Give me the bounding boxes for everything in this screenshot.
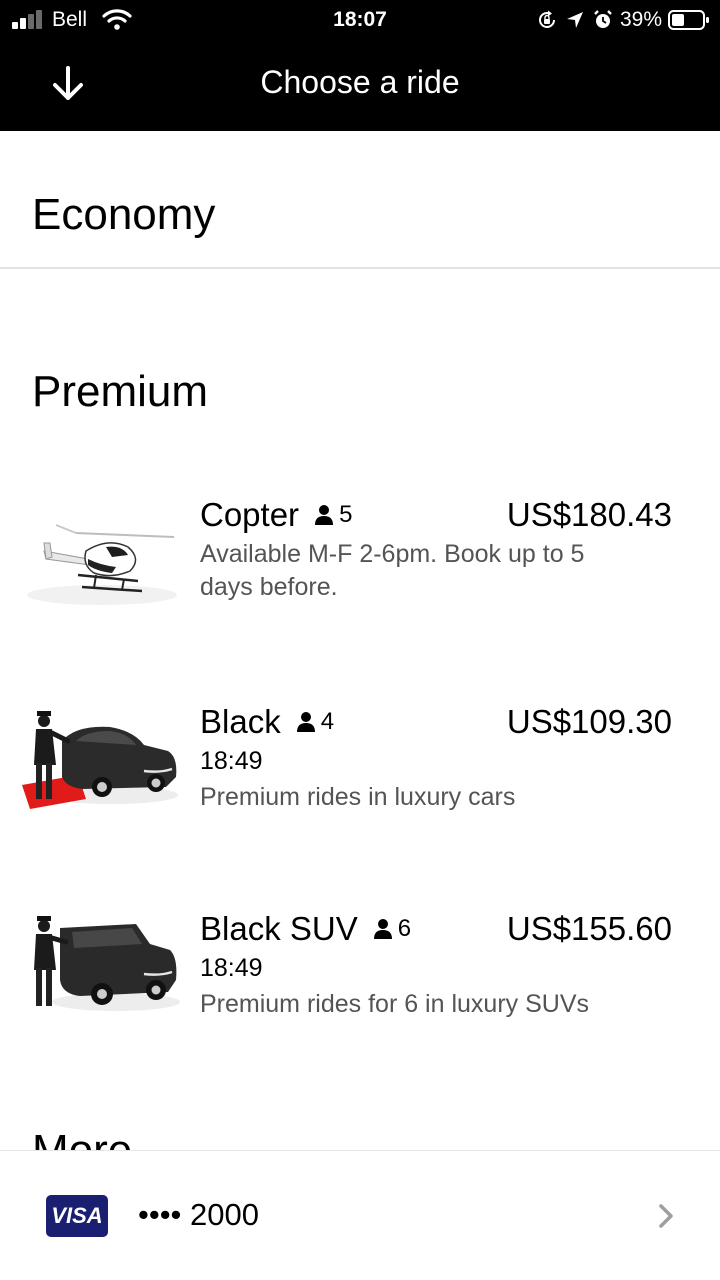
capacity-count: 5 xyxy=(339,501,353,528)
ride-option-black-suv[interactable]: Black SUV 6 US$155.60 18:49 Premium ride… xyxy=(0,910,720,1060)
chevron-right-icon xyxy=(659,1204,673,1228)
section-premium: Premium xyxy=(32,367,209,416)
ride-price: US$155.60 xyxy=(506,910,672,947)
section-economy[interactable]: Economy xyxy=(32,190,215,240)
ride-eta: 18:49 xyxy=(200,954,263,982)
capacity-count: 4 xyxy=(320,708,335,735)
status-right-icons: 39% xyxy=(536,6,710,34)
capacity-count: 6 xyxy=(397,915,412,942)
section-more: More xyxy=(32,1126,232,1150)
ride-eta: 18:49 xyxy=(200,747,263,775)
capacity-badge: 6 xyxy=(373,915,412,943)
ride-availability-cont: days before. xyxy=(200,573,338,601)
ride-option-copter[interactable]: Copter 5 US$180.43 Available M-F 2-6pm. … xyxy=(0,496,720,646)
ride-description: Premium rides in luxury cars xyxy=(200,783,516,811)
battery-percent: 39% xyxy=(619,8,662,31)
capacity-badge: 4 xyxy=(296,708,335,736)
battery-icon xyxy=(668,10,709,30)
location-arrow-icon xyxy=(566,12,583,28)
ride-option-black[interactable]: Black 4 US$109.30 18:49 Premium rides in… xyxy=(0,703,720,853)
ride-name: Black SUV xyxy=(200,910,358,947)
black-car-image xyxy=(22,711,178,809)
visa-card-icon: VISA xyxy=(46,1195,108,1237)
person-icon xyxy=(315,505,334,525)
ride-name-row: Black 4 xyxy=(200,703,334,741)
section-divider xyxy=(0,267,720,269)
status-bar: Bell 18:07 39% xyxy=(0,0,720,40)
ride-name-row: Copter 5 xyxy=(200,496,352,534)
person-icon xyxy=(373,919,392,939)
payment-method-bar[interactable]: VISA •••• 2000 xyxy=(0,1150,720,1280)
card-number: •••• 2000 xyxy=(138,1197,259,1232)
rotation-lock-icon xyxy=(538,10,555,28)
ride-price: US$109.30 xyxy=(506,703,672,740)
section-more-label: More xyxy=(32,1126,232,1150)
ride-availability: Available M-F 2-6pm. Book up to 5 xyxy=(200,540,585,568)
alarm-icon xyxy=(594,10,612,28)
ride-name-row: Black SUV 6 xyxy=(200,910,411,948)
person-icon xyxy=(296,712,315,732)
black-suv-image xyxy=(34,916,180,1011)
capacity-badge: 5 xyxy=(315,501,352,529)
ride-price: US$180.43 xyxy=(506,496,672,533)
ride-name: Black xyxy=(200,703,281,740)
top-bar: Bell 18:07 39% Choose a ride xyxy=(0,0,720,131)
page-title: Choose a ride xyxy=(260,64,460,100)
ride-description: Premium rides for 6 in luxury SUVs xyxy=(200,990,590,1018)
helicopter-image xyxy=(27,524,177,605)
ride-name: Copter xyxy=(200,496,300,533)
